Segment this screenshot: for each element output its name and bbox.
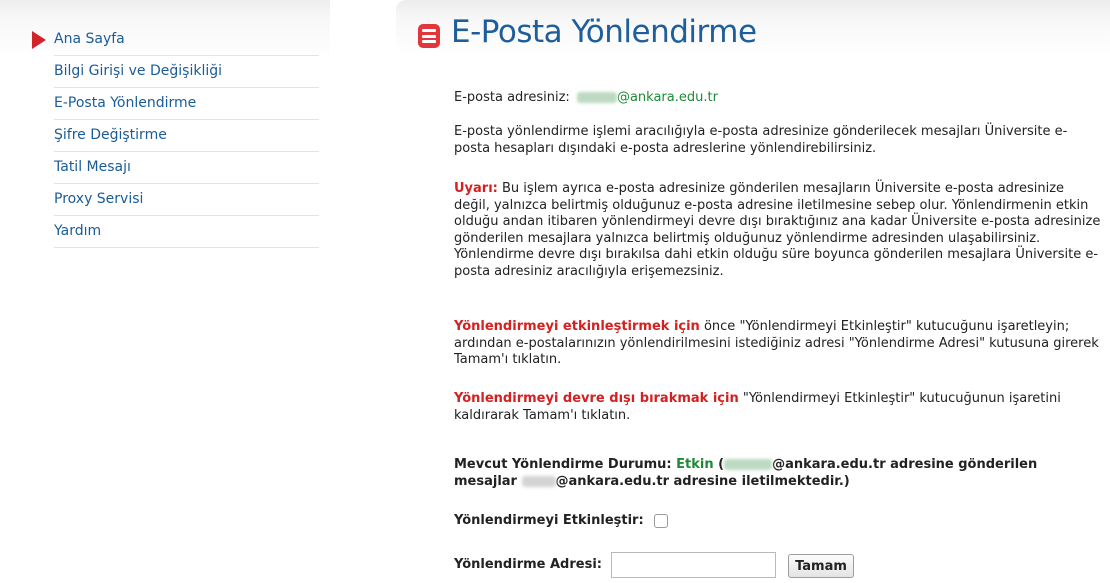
sidebar-item-vacation-message[interactable]: Tatil Mesajı [54,152,319,184]
current-item-arrow-icon [32,31,46,49]
sidebar-item-email-forwarding[interactable]: E-Posta Yönlendirme [54,88,319,120]
disable-instructions: Yönlendirmeyi devre dışı bırakmak için "… [454,391,1061,423]
sidebar-item-change-password[interactable]: Şifre Değiştirme [54,120,319,152]
redacted-username [521,475,556,487]
forward-address-input[interactable] [611,552,776,578]
sidebar-nav: Ana Sayfa Bilgi Girişi ve Değişikliği E-… [0,0,330,248]
forward-address-label: Yönlendirme Adresi: [454,557,602,572]
ok-button[interactable]: Tamam [788,554,854,578]
enable-instructions: Yönlendirmeyi etkinleştirmek için önce "… [454,319,1099,367]
email-address-line: E-posta adresiniz: @ankara.edu.tr [454,90,718,105]
warning-paragraph: Uyarı: Bu işlem ayrıca e-posta adresiniz… [454,181,1101,279]
sidebar-item-help[interactable]: Yardım [54,216,319,248]
sidebar-item-home[interactable]: Ana Sayfa [54,24,319,56]
enable-checkbox-row: Yönlendirmeyi Etkinleştir: [454,513,1102,530]
enable-forwarding-checkbox[interactable] [654,513,669,528]
redacted-username [724,459,773,470]
main-panel: E-Posta Yönlendirme [396,0,1110,583]
status-badge: Etkin [676,457,714,472]
sidebar-item-info-entry[interactable]: Bilgi Girişi ve Değişikliği [54,56,319,88]
forwarding-status: Mevcut Yönlendirme Durumu: Etkin (@ankar… [454,457,1038,489]
mail-list-icon [418,24,440,48]
intro-paragraph: E-posta yönlendirme işlemi aracılığıyla … [454,124,1068,156]
redacted-username [576,92,617,103]
sidebar-item-proxy-service[interactable]: Proxy Servisi [54,184,319,216]
page-title: E-Posta Yönlendirme [451,14,757,50]
